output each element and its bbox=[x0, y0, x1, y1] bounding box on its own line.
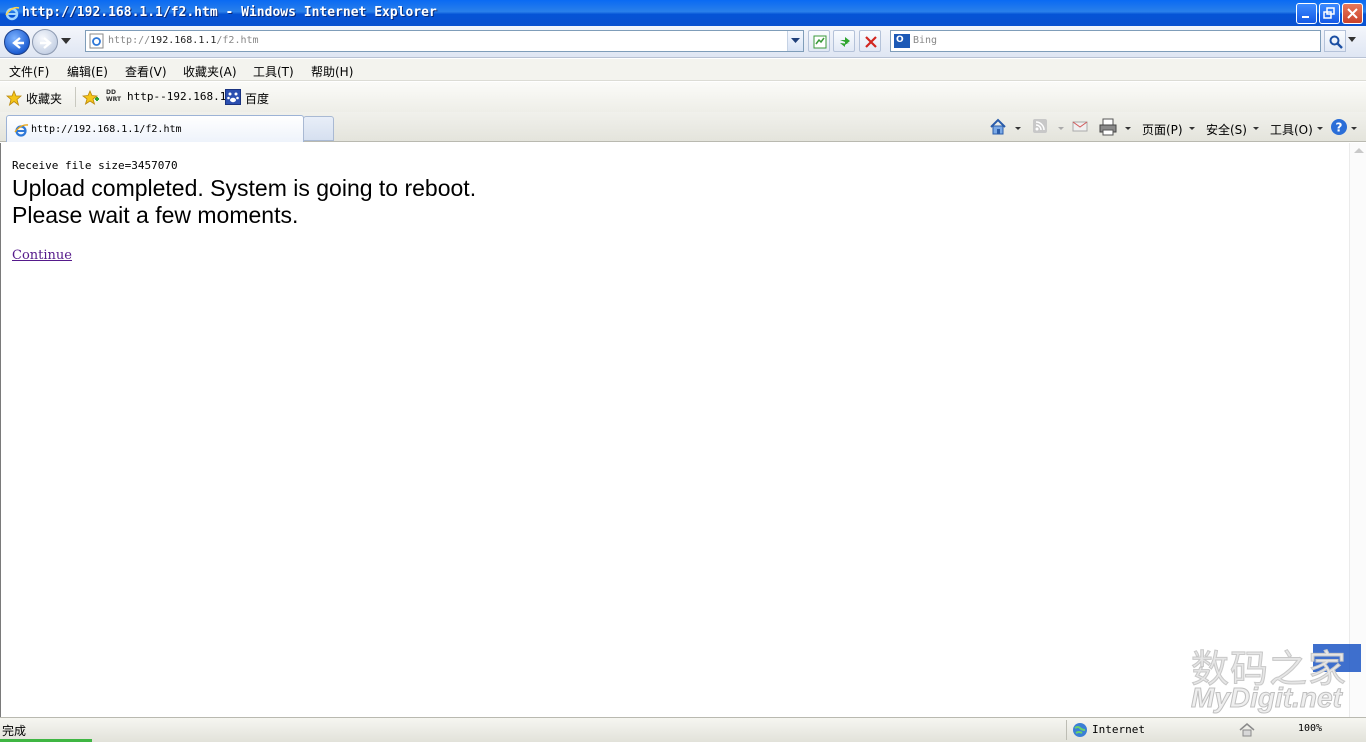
menu-view[interactable]: 查看(V) bbox=[125, 63, 167, 80]
scroll-up-icon[interactable] bbox=[1354, 148, 1364, 153]
upload-message: Upload completed. System is going to reb… bbox=[12, 175, 477, 201]
refresh-icon bbox=[840, 37, 850, 47]
security-zone[interactable]: Internet bbox=[1092, 723, 1145, 736]
watermark: 数码之家 MyDigit.net bbox=[1190, 638, 1366, 718]
safety-menu-label: 安全(S) bbox=[1206, 123, 1247, 137]
address-toolbar: http://192.168.1.1/f2.htm O Bing bbox=[0, 26, 1366, 58]
safety-dropdown-icon bbox=[1253, 127, 1259, 130]
search-icon bbox=[1329, 35, 1343, 49]
compatibility-view-button[interactable] bbox=[808, 30, 830, 52]
menu-tools[interactable]: 工具(T) bbox=[253, 63, 294, 80]
favorites-bar: 收藏夹 DD WRT http--192.168.1 百度 bbox=[0, 82, 1366, 112]
close-window-button[interactable] bbox=[1342, 3, 1363, 24]
page-menu-label: 页面(P) bbox=[1142, 123, 1183, 137]
protected-mode-icon[interactable] bbox=[1238, 722, 1256, 738]
address-url[interactable]: http://192.168.1.1/f2.htm bbox=[108, 35, 259, 46]
rss-icon bbox=[1033, 119, 1047, 133]
favorite-link-baidu[interactable]: 百度 bbox=[245, 90, 269, 107]
address-bar[interactable]: http://192.168.1.1/f2.htm bbox=[85, 30, 804, 52]
address-dropdown-button[interactable] bbox=[787, 31, 803, 51]
print-button[interactable] bbox=[1099, 118, 1133, 138]
favorites-star-icon[interactable] bbox=[6, 90, 22, 106]
history-dropdown-icon[interactable] bbox=[61, 38, 71, 44]
tools-menu-label: 工具(O) bbox=[1270, 123, 1313, 137]
compatibility-icon bbox=[813, 35, 827, 49]
svg-text:?: ? bbox=[1336, 121, 1343, 135]
new-tab-button[interactable] bbox=[303, 116, 334, 141]
wait-message: Please wait a few moments. bbox=[12, 202, 299, 228]
title-bar: http://192.168.1.1/f2.htm - Windows Inte… bbox=[0, 0, 1366, 26]
chevron-down-icon bbox=[791, 38, 800, 43]
paw-icon bbox=[227, 92, 239, 103]
continue-link[interactable]: Continue bbox=[12, 248, 72, 263]
home-button[interactable] bbox=[989, 118, 1023, 138]
menu-bar: 文件(F) 编辑(E) 查看(V) 收藏夹(A) 工具(T) 帮助(H) bbox=[0, 59, 1366, 81]
printer-icon bbox=[1099, 118, 1117, 136]
tools-dropdown-icon bbox=[1317, 127, 1323, 130]
menu-help[interactable]: 帮助(H) bbox=[311, 63, 353, 80]
feeds-button[interactable] bbox=[1032, 118, 1066, 138]
page-menu-button[interactable]: 页面(P) bbox=[1142, 118, 1198, 138]
favorites-button[interactable]: 收藏夹 bbox=[26, 90, 62, 107]
internet-zone-globe-icon bbox=[1073, 723, 1087, 737]
refresh-button[interactable] bbox=[833, 30, 855, 52]
bing-icon: O bbox=[894, 34, 910, 48]
ie-tab-icon bbox=[14, 124, 29, 137]
vertical-scrollbar[interactable] bbox=[1349, 143, 1366, 717]
favorite-link-router[interactable]: http--192.168.1 bbox=[127, 90, 226, 103]
search-button[interactable] bbox=[1324, 30, 1346, 52]
ie-logo-icon bbox=[5, 6, 20, 21]
status-bar: 完成 Internet 100% bbox=[0, 717, 1366, 742]
baidu-paw-icon bbox=[225, 89, 241, 105]
maximize-button[interactable] bbox=[1319, 3, 1340, 24]
print-dropdown-icon[interactable] bbox=[1125, 127, 1131, 130]
zoom-level[interactable]: 100% bbox=[1298, 723, 1322, 734]
restore-icon bbox=[1323, 7, 1335, 19]
page-content: Receive file size=3457070 Upload complet… bbox=[0, 143, 1366, 717]
add-to-favorites-bar-icon[interactable] bbox=[82, 89, 100, 107]
favorites-divider bbox=[75, 87, 76, 107]
tools-menu-button[interactable]: 工具(O) bbox=[1270, 118, 1326, 138]
forward-button[interactable] bbox=[32, 29, 58, 55]
status-divider bbox=[1066, 720, 1067, 740]
stop-icon bbox=[865, 36, 877, 48]
feeds-dropdown-icon[interactable] bbox=[1058, 127, 1064, 130]
menu-file[interactable]: 文件(F) bbox=[9, 63, 49, 80]
back-arrow-icon bbox=[12, 37, 24, 49]
mail-button[interactable] bbox=[1072, 118, 1092, 138]
watermark-en: MyDigit.net bbox=[1191, 682, 1343, 714]
window-title: http://192.168.1.1/f2.htm - Windows Inte… bbox=[22, 5, 437, 20]
receive-file-size: Receive file size=3457070 bbox=[12, 159, 178, 172]
close-icon bbox=[1347, 8, 1358, 19]
back-button[interactable] bbox=[4, 29, 30, 55]
search-input[interactable]: O Bing bbox=[890, 30, 1321, 52]
minimize-icon bbox=[1302, 16, 1309, 18]
page-ie-icon bbox=[89, 33, 104, 49]
page-dropdown-icon bbox=[1189, 127, 1195, 130]
menu-edit[interactable]: 编辑(E) bbox=[67, 63, 108, 80]
help-button[interactable]: ? bbox=[1330, 118, 1360, 138]
home-icon bbox=[990, 118, 1006, 135]
tab-title: http://192.168.1.1/f2.htm bbox=[31, 124, 182, 135]
stop-button[interactable] bbox=[859, 30, 881, 52]
home-dropdown-icon[interactable] bbox=[1015, 127, 1021, 130]
search-placeholder: Bing bbox=[913, 35, 938, 46]
status-text: 完成 bbox=[2, 724, 27, 738]
mail-icon bbox=[1072, 121, 1088, 132]
search-options-dropdown-icon[interactable] bbox=[1348, 37, 1356, 42]
forward-arrow-icon bbox=[40, 37, 52, 49]
minimize-button[interactable] bbox=[1296, 3, 1317, 24]
tab-active[interactable]: http://192.168.1.1/f2.htm bbox=[6, 115, 304, 142]
help-dropdown-icon[interactable] bbox=[1351, 127, 1357, 130]
tab-row: http://192.168.1.1/f2.htm 页面(P) 安全(S) 工具… bbox=[0, 112, 1366, 142]
ddwrt-favicon: DD WRT bbox=[106, 89, 122, 103]
safety-menu-button[interactable]: 安全(S) bbox=[1206, 118, 1262, 138]
menu-favorites[interactable]: 收藏夹(A) bbox=[183, 63, 237, 80]
help-icon: ? bbox=[1331, 119, 1347, 135]
